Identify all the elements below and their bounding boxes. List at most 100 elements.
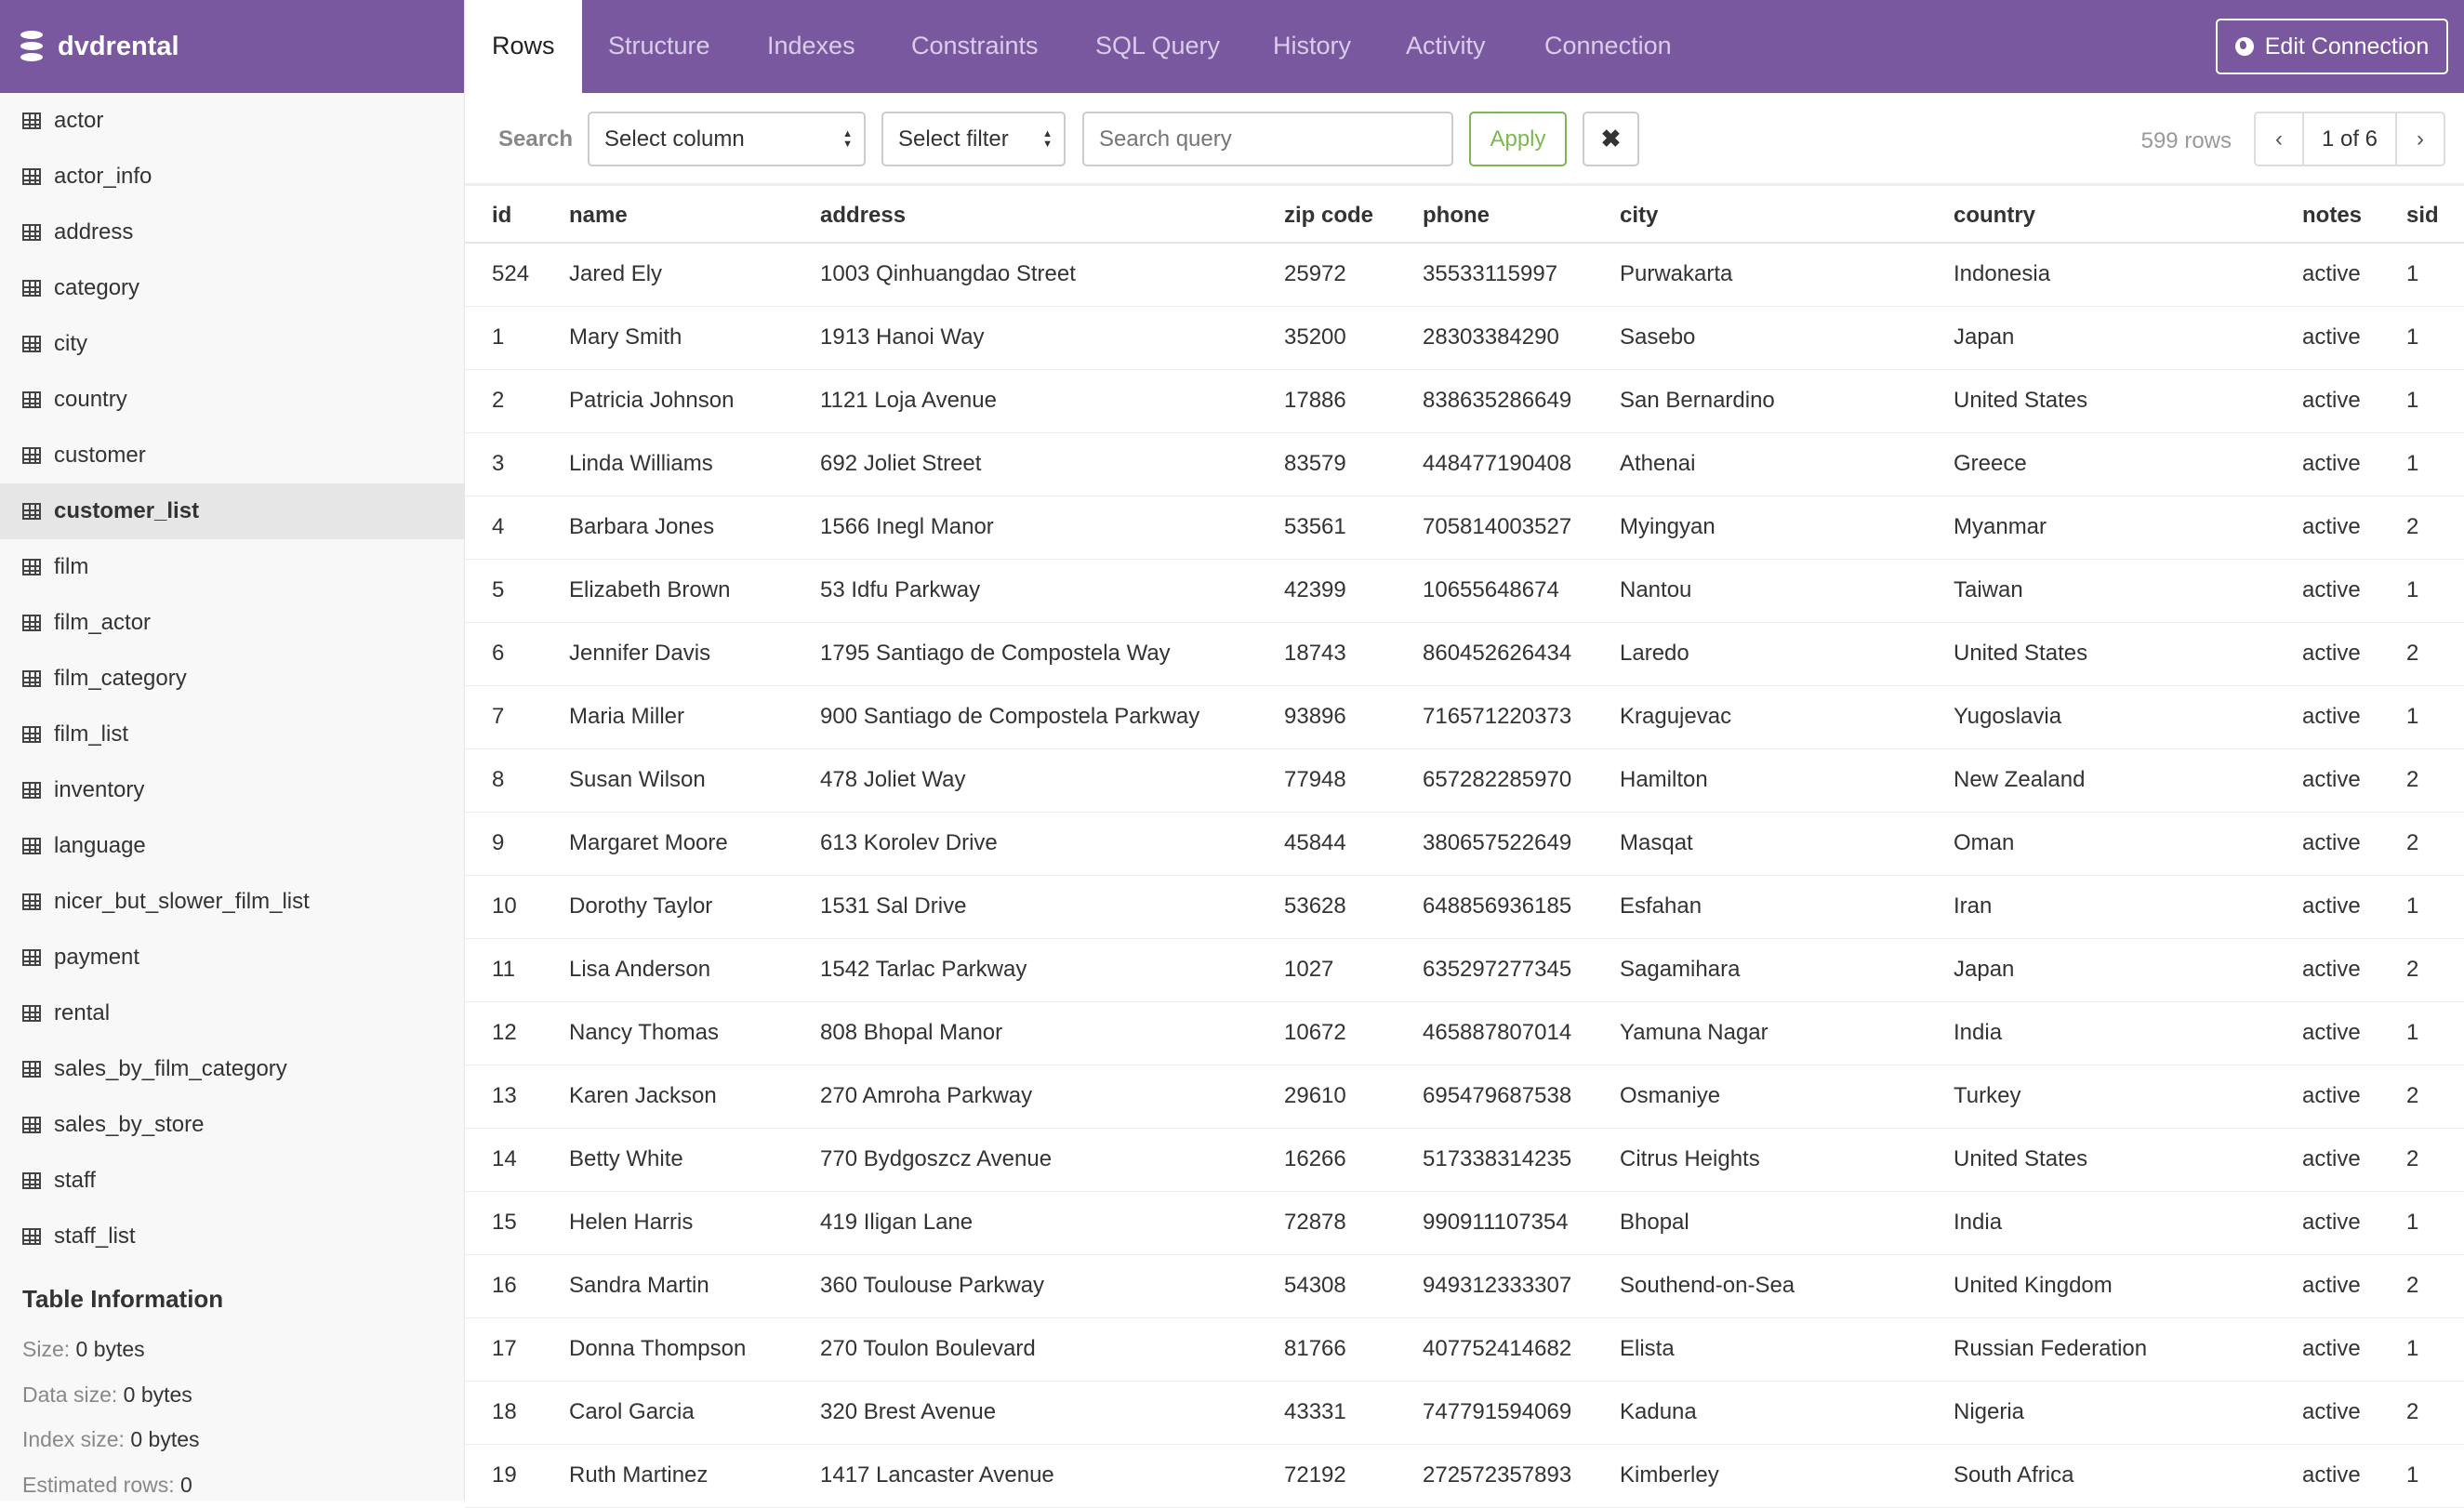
cell-name[interactable]: Donna Thompson — [569, 1317, 820, 1382]
cell-country[interactable]: Indonesia — [1954, 243, 2302, 307]
cell-sid[interactable]: 2 — [2406, 1381, 2464, 1445]
cell-zip-code[interactable]: 29610 — [1284, 1065, 1423, 1129]
cell-zip-code[interactable]: 17886 — [1284, 369, 1423, 433]
cell-city[interactable]: Southend-on-Sea — [1620, 1254, 1954, 1318]
cell-address[interactable]: 320 Brest Avenue — [820, 1381, 1284, 1445]
cell-id[interactable]: 11 — [465, 938, 569, 1002]
cell-sid[interactable]: 1 — [2406, 1191, 2464, 1255]
tab-structure[interactable]: Structure — [608, 0, 710, 93]
cell-name[interactable]: Karen Jackson — [569, 1065, 820, 1129]
cell-name[interactable]: Margaret Moore — [569, 812, 820, 876]
sidebar-item-sales-by-store[interactable]: sales_by_store — [0, 1097, 464, 1153]
page-indicator[interactable]: 1 of 6 — [2302, 113, 2397, 165]
cell-name[interactable]: Jennifer Davis — [569, 622, 820, 686]
column-header-address[interactable]: address — [820, 189, 1284, 244]
cell-address[interactable]: 270 Toulon Boulevard — [820, 1317, 1284, 1382]
cell-address[interactable]: 770 Bydgoszcz Avenue — [820, 1128, 1284, 1192]
table-row[interactable]: 524 Jared Ely 1003 Qinhuangdao Street 25972… — [465, 243, 2464, 307]
table-row[interactable]: 4 Barbara Jones 1566 Inegl Manor 53561 70581… — [465, 496, 2464, 560]
sidebar-item-customer[interactable]: customer — [0, 428, 464, 483]
cell-phone[interactable]: 716571220373 — [1423, 685, 1620, 749]
sidebar-item-actor[interactable]: actor — [0, 93, 464, 149]
cell-address[interactable]: 1566 Inegl Manor — [820, 496, 1284, 560]
column-header-zip-code[interactable]: zip code — [1284, 189, 1423, 244]
cell-name[interactable]: Susan Wilson — [569, 748, 820, 813]
sidebar-item-film-list[interactable]: film_list — [0, 707, 464, 762]
filter-select[interactable]: Select filter ▲ ▼ — [881, 112, 1066, 166]
tab-history[interactable]: History — [1273, 0, 1351, 93]
sidebar-item-actor-info[interactable]: actor_info — [0, 149, 464, 205]
table-row[interactable]: 17 Donna Thompson 270 Toulon Boulevard 8176… — [465, 1317, 2464, 1382]
tab-constraints[interactable]: Constraints — [911, 0, 1039, 93]
cell-country[interactable]: Myanmar — [1954, 496, 2302, 560]
cell-sid[interactable]: 2 — [2406, 938, 2464, 1002]
cell-country[interactable]: Russian Federation — [1954, 1317, 2302, 1382]
cell-id[interactable]: 4 — [465, 496, 569, 560]
cell-sid[interactable]: 1 — [2406, 432, 2464, 496]
cell-sid[interactable]: 2 — [2406, 1254, 2464, 1318]
cell-city[interactable]: Nantou — [1620, 559, 1954, 623]
cell-phone[interactable]: 35533115997 — [1423, 243, 1620, 307]
tab-activity[interactable]: Activity — [1406, 0, 1486, 93]
tab-connection[interactable]: Connection — [1544, 0, 1672, 93]
column-header-phone[interactable]: phone — [1423, 189, 1620, 244]
cell-city[interactable]: Elista — [1620, 1317, 1954, 1382]
cell-city[interactable]: Sagamihara — [1620, 938, 1954, 1002]
cell-phone[interactable]: 10655648674 — [1423, 559, 1620, 623]
cell-country[interactable]: Turkey — [1954, 1065, 2302, 1129]
cell-country[interactable]: United States — [1954, 622, 2302, 686]
cell-city[interactable]: Sasebo — [1620, 306, 1954, 370]
sidebar-item-payment[interactable]: payment — [0, 930, 464, 985]
cell-name[interactable]: Betty White — [569, 1128, 820, 1192]
cell-sid[interactable]: 1 — [2406, 875, 2464, 939]
cell-phone[interactable]: 448477190408 — [1423, 432, 1620, 496]
cell-zip-code[interactable]: 53561 — [1284, 496, 1423, 560]
cell-sid[interactable]: 2 — [2406, 622, 2464, 686]
sidebar-item-film[interactable]: film — [0, 539, 464, 595]
sidebar-item-film-category[interactable]: film_category — [0, 651, 464, 707]
sidebar-item-film-actor[interactable]: film_actor — [0, 595, 464, 651]
table-row[interactable]: 1 Mary Smith 1913 Hanoi Way 35200 2830338429… — [465, 306, 2464, 370]
apply-button[interactable]: Apply — [1469, 112, 1567, 166]
table-row[interactable]: 15 Helen Harris 419 Iligan Lane 72878 990911… — [465, 1191, 2464, 1255]
cell-sid[interactable]: 1 — [2406, 243, 2464, 307]
cell-notes[interactable]: active — [2302, 1317, 2406, 1382]
cell-country[interactable]: Oman — [1954, 812, 2302, 876]
cell-sid[interactable]: 2 — [2406, 748, 2464, 813]
tab-rows[interactable]: Rows — [465, 0, 582, 93]
sidebar-item-staff[interactable]: staff — [0, 1153, 464, 1209]
cell-name[interactable]: Barbara Jones — [569, 496, 820, 560]
column-header-notes[interactable]: notes — [2302, 189, 2406, 244]
cell-address[interactable]: 478 Joliet Way — [820, 748, 1284, 813]
cell-notes[interactable]: active — [2302, 306, 2406, 370]
table-row[interactable]: 2 Patricia Johnson 1121 Loja Avenue 17886 83… — [465, 369, 2464, 433]
cell-zip-code[interactable]: 93896 — [1284, 685, 1423, 749]
cell-sid[interactable]: 2 — [2406, 1065, 2464, 1129]
cell-address[interactable]: 808 Bhopal Manor — [820, 1001, 1284, 1065]
cell-notes[interactable]: active — [2302, 1254, 2406, 1318]
cell-phone[interactable]: 635297277345 — [1423, 938, 1620, 1002]
cell-id[interactable]: 15 — [465, 1191, 569, 1255]
cell-id[interactable]: 18 — [465, 1381, 569, 1445]
cell-notes[interactable]: active — [2302, 1381, 2406, 1445]
cell-address[interactable]: 53 Idfu Parkway — [820, 559, 1284, 623]
table-row[interactable]: 8 Susan Wilson 478 Joliet Way 77948 65728228… — [465, 748, 2464, 813]
cell-address[interactable]: 1531 Sal Drive — [820, 875, 1284, 939]
cell-notes[interactable]: active — [2302, 1001, 2406, 1065]
cell-phone[interactable]: 465887807014 — [1423, 1001, 1620, 1065]
cell-name[interactable]: Ruth Martinez — [569, 1444, 820, 1508]
cell-phone[interactable]: 747791594069 — [1423, 1381, 1620, 1445]
cell-sid[interactable]: 1 — [2406, 1444, 2464, 1508]
cell-city[interactable]: Yamuna Nagar — [1620, 1001, 1954, 1065]
cell-name[interactable]: Carol Garcia — [569, 1381, 820, 1445]
cell-phone[interactable]: 949312333307 — [1423, 1254, 1620, 1318]
cell-name[interactable]: Lisa Anderson — [569, 938, 820, 1002]
cell-sid[interactable]: 1 — [2406, 1001, 2464, 1065]
cell-notes[interactable]: active — [2302, 748, 2406, 813]
cell-zip-code[interactable]: 16266 — [1284, 1128, 1423, 1192]
cell-city[interactable]: Bhopal — [1620, 1191, 1954, 1255]
cell-zip-code[interactable]: 77948 — [1284, 748, 1423, 813]
cell-country[interactable]: United States — [1954, 1128, 2302, 1192]
sidebar-item-city[interactable]: city — [0, 316, 464, 372]
cell-city[interactable]: Kimberley — [1620, 1444, 1954, 1508]
